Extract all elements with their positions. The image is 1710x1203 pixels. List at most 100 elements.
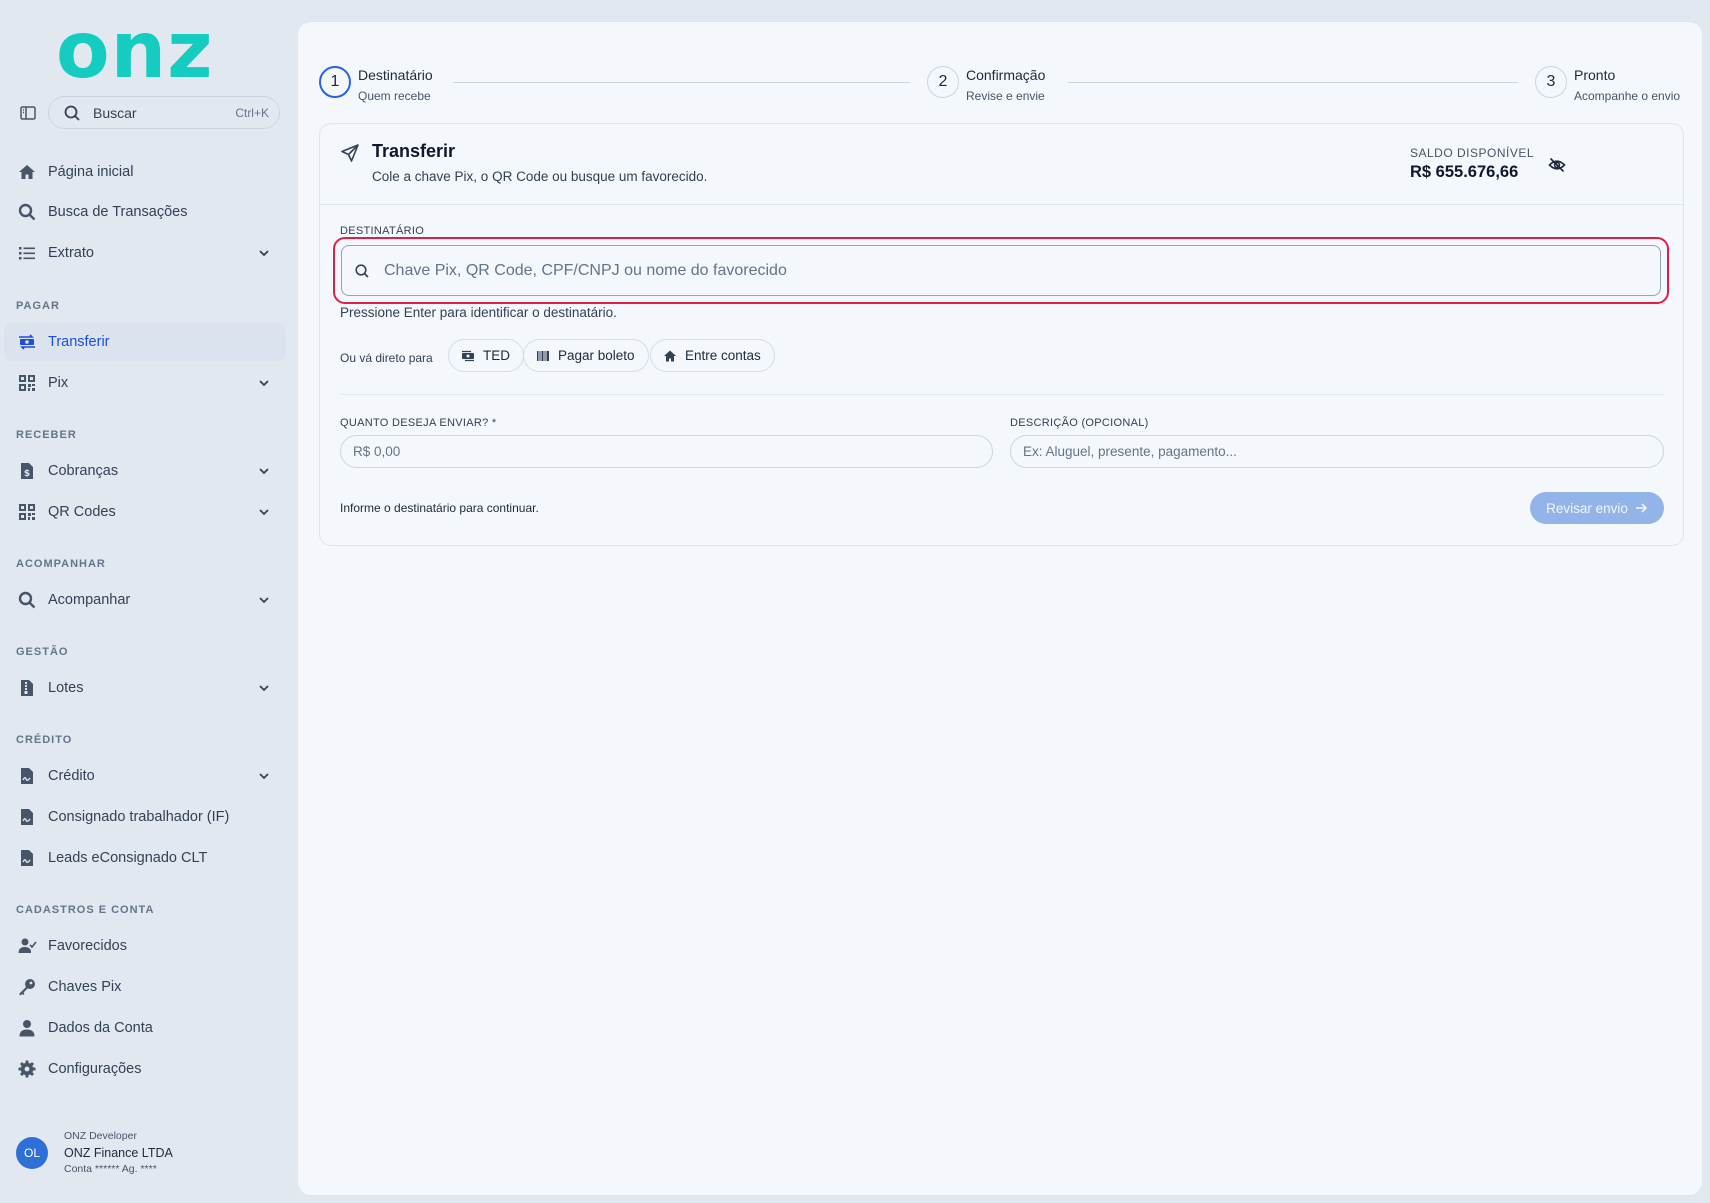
sidebar-item-payroll-loan[interactable]: Consignado trabalhador (IF) [4, 798, 286, 836]
step-title: Pronto [1574, 67, 1616, 83]
step-connector [1068, 82, 1518, 83]
step-number: 3 [1535, 66, 1567, 98]
chevron-down-icon [256, 768, 272, 784]
card-header: Transferir Cole a chave Pix, o QR Code o… [320, 124, 1683, 205]
card-subtitle: Cole a chave Pix, o QR Code ou busque um… [372, 169, 708, 184]
avatar: OL [16, 1136, 48, 1169]
gear-icon [17, 1059, 37, 1079]
continue-hint: Informe o destinatário para continuar. [340, 501, 539, 515]
user-role: ONZ Developer [64, 1130, 137, 1142]
step-done: 3 Pronto Acompanhe o envio [1535, 66, 1680, 103]
recipient-input[interactable]: Chave Pix, QR Code, CPF/CNPJ ou nome do … [341, 245, 1661, 296]
key-icon [17, 977, 37, 997]
step-subtitle: Revise e envie [966, 89, 1045, 103]
step-recipient: 1 Destinatário Quem recebe [319, 66, 433, 103]
step-number: 1 [319, 66, 351, 98]
money-transfer-icon [461, 349, 475, 363]
balance-value: R$ 655.676,66 [1410, 163, 1519, 181]
step-connector [453, 82, 910, 83]
sidebar-item-pix[interactable]: Pix [4, 364, 286, 402]
sidebar-item-qrcodes[interactable]: QR Codes [4, 493, 286, 531]
card-title: Transferir [372, 141, 456, 161]
step-title: Destinatário [358, 67, 433, 83]
eye-off-icon[interactable] [1548, 156, 1566, 174]
amount-label: QUANTO DESEJA ENVIAR? * [340, 417, 497, 429]
barcode-icon [536, 349, 550, 363]
sidebar-toggle-icon[interactable] [18, 103, 38, 123]
balance-label: SALDO DISPONÍVEL [1410, 146, 1535, 160]
sidebar-item-favorites[interactable]: Favorecidos [4, 927, 286, 965]
user-account: Conta ****** Ag. **** [64, 1163, 157, 1175]
sidebar-item-settings[interactable]: Configurações [4, 1050, 286, 1088]
main-panel: 1 Destinatário Quem recebe 2 Confirmação… [297, 21, 1703, 1196]
shortcut-ted-button[interactable]: TED [448, 339, 524, 372]
section-label-track: ACOMPANHAR [16, 558, 106, 570]
user-company: ONZ Finance LTDA [64, 1146, 173, 1160]
chevron-down-icon [256, 592, 272, 608]
description-input[interactable]: Ex: Aluguel, presente, pagamento... [1010, 435, 1664, 468]
global-search[interactable]: Buscar Ctrl+K [48, 96, 280, 129]
sidebar-item-track[interactable]: Acompanhar [4, 581, 286, 619]
sidebar-item-pix-keys[interactable]: Chaves Pix [4, 968, 286, 1006]
section-label-management: GESTÃO [16, 646, 69, 658]
invoice-dollar-icon: $ [17, 461, 37, 481]
review-button[interactable]: Revisar envio [1530, 492, 1664, 524]
step-title: Confirmação [966, 67, 1046, 83]
sidebar-item-account-data[interactable]: Dados da Conta [4, 1009, 286, 1047]
file-signature-icon [17, 848, 37, 868]
file-signature-icon [17, 766, 37, 786]
qr-code-icon [17, 373, 37, 393]
onz-logo[interactable]: onz [56, 12, 214, 90]
search-icon [354, 263, 370, 279]
file-zip-icon [17, 678, 37, 698]
transfer-card: Transferir Cole a chave Pix, o QR Code o… [319, 123, 1684, 546]
search-label: Buscar [93, 104, 137, 121]
sidebar-item-credit[interactable]: Crédito [4, 757, 286, 795]
user-profile[interactable]: OL ONZ Developer ONZ Finance LTDA Conta … [16, 1130, 173, 1175]
sidebar-item-home[interactable]: Página inicial [4, 153, 286, 191]
section-label-account: CADASTROS E CONTA [16, 904, 155, 916]
sidebar: onz Buscar Ctrl+K Página inicial Busca d… [0, 0, 297, 1203]
chevron-down-icon [256, 463, 272, 479]
sidebar-item-statement[interactable]: Extrato [4, 234, 286, 272]
section-label-receive: RECEBER [16, 429, 77, 441]
user-icon [17, 1018, 37, 1038]
shortcut-between-accounts-button[interactable]: Entre contas [650, 339, 775, 372]
home-icon [663, 349, 677, 363]
sidebar-item-leads[interactable]: Leads eConsignado CLT [4, 839, 286, 877]
search-shortcut: Ctrl+K [235, 105, 269, 120]
recipient-label: DESTINATÁRIO [340, 225, 425, 237]
send-icon [340, 143, 360, 163]
sidebar-item-batches[interactable]: Lotes [4, 669, 286, 707]
amount-input[interactable]: R$ 0,00 [340, 435, 993, 468]
recipient-hint: Pressione Enter para identificar o desti… [340, 305, 617, 320]
list-icon [17, 243, 37, 263]
file-signature-icon [17, 807, 37, 827]
chevron-down-icon [256, 680, 272, 696]
section-label-pay: PAGAR [16, 300, 60, 312]
step-subtitle: Acompanhe o envio [1574, 89, 1681, 103]
arrow-right-icon [1634, 501, 1648, 515]
recipient-highlight: Chave Pix, QR Code, CPF/CNPJ ou nome do … [333, 237, 1669, 304]
step-subtitle: Quem recebe [358, 89, 431, 103]
divider [340, 394, 1665, 395]
sidebar-item-transfer[interactable]: Transferir [4, 323, 286, 361]
user-check-icon [17, 936, 37, 956]
home-icon [17, 162, 37, 182]
description-label: DESCRIÇÃO (OPCIONAL) [1010, 417, 1149, 429]
svg-text:$: $ [24, 469, 30, 479]
chevron-down-icon [256, 504, 272, 520]
search-icon [17, 590, 37, 610]
chevron-down-icon [256, 245, 272, 261]
shortcut-boleto-button[interactable]: Pagar boleto [523, 339, 649, 372]
sidebar-item-charges[interactable]: $ Cobranças [4, 452, 286, 490]
qr-code-icon [17, 502, 37, 522]
sidebar-item-transaction-search[interactable]: Busca de Transações [4, 193, 286, 231]
section-label-credit: CRÉDITO [16, 734, 73, 746]
chevron-down-icon [256, 375, 272, 391]
transfer-money-icon [17, 332, 37, 352]
search-icon [63, 104, 81, 122]
shortcut-label: Ou vá direto para [340, 351, 433, 365]
step-number: 2 [927, 66, 959, 98]
step-confirmation: 2 Confirmação Revise e envie [927, 66, 1045, 103]
